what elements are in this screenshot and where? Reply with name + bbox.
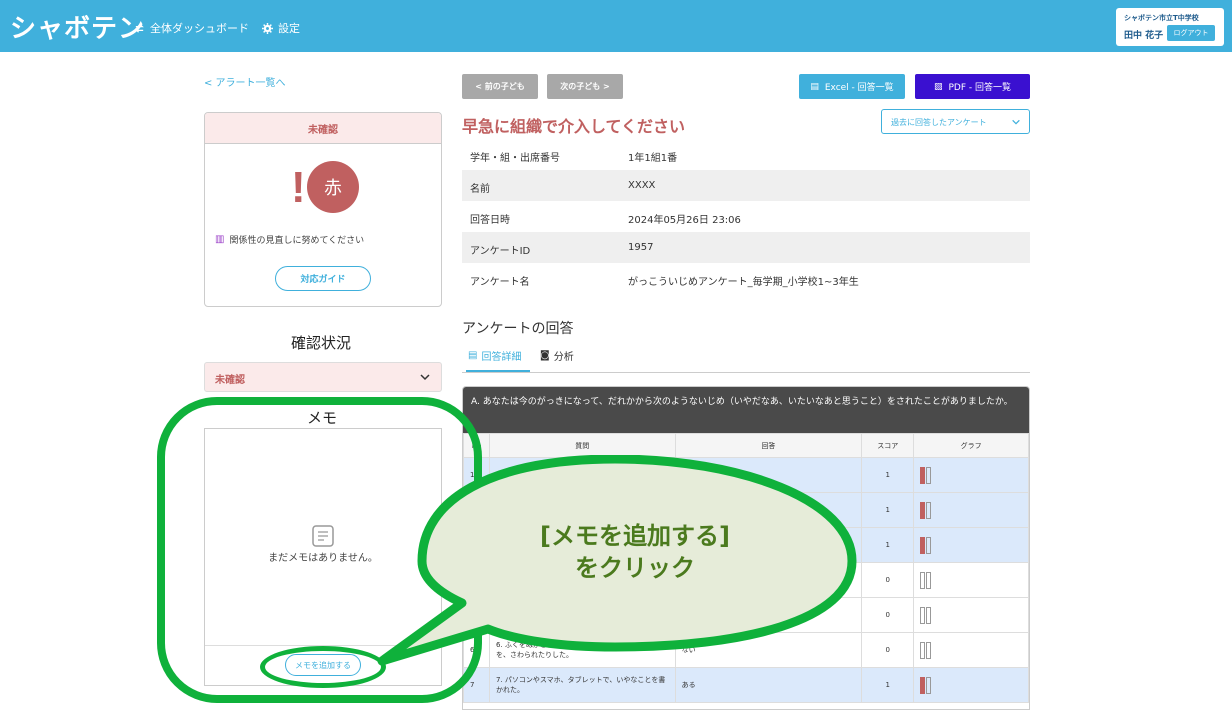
col-header-graph: グラフ — [913, 433, 1029, 458]
callout-line-2: をクリック — [575, 554, 695, 582]
excel-export-button[interactable]: ▤ Excel - 回答一覧 — [799, 74, 905, 99]
user-school: シャボテン市立T中学校 — [1124, 14, 1199, 22]
next-child-button[interactable]: 次の子ども > — [547, 74, 623, 99]
app-logo[interactable]: シャボテン — [10, 8, 145, 45]
excel-label: Excel - 回答一覧 — [824, 83, 894, 93]
user-box: シャボテン市立T中学校 田中 花子 ログアウト — [1116, 8, 1224, 46]
info-key: 学年・組・出席番号 — [470, 153, 560, 164]
score-bar-filled — [920, 536, 926, 554]
row-score: 0 — [861, 597, 915, 633]
row-score: 0 — [861, 632, 915, 668]
document-icon: ▤ — [468, 350, 478, 361]
info-value: XXXX — [628, 180, 656, 191]
status-select[interactable]: 未確認 — [204, 362, 442, 392]
guide-button[interactable]: 対応ガイド — [275, 266, 371, 291]
tabs-divider — [462, 372, 1030, 373]
chat-icon: ◙ — [540, 350, 550, 361]
nav-dashboard[interactable]: 全体ダッシュボード — [134, 20, 249, 36]
app-header: シャボテン 全体ダッシュボード 設定 シャボテン市立T中学校 田中 花子 ログア… — [0, 0, 1232, 52]
row-graph — [913, 527, 1029, 563]
info-key: 名前 — [470, 184, 490, 195]
score-bar-empty — [926, 466, 932, 484]
nav-settings-label: 設定 — [278, 22, 300, 35]
row-graph — [913, 667, 1029, 703]
status-card: 未確認 ! 赤 ▥ 関係性の見直しに努めてください 対応ガイド — [204, 112, 442, 307]
col-header-score: スコア — [861, 433, 915, 458]
tab-analysis[interactable]: ◙ 分析 — [540, 348, 574, 363]
status-card-header: 未確認 — [205, 113, 441, 144]
col-header-question: 質問 — [488, 433, 676, 458]
score-bar-empty — [926, 501, 932, 519]
status-select-value: 未確認 — [215, 375, 245, 386]
info-value: 1957 — [628, 242, 654, 253]
answers-title: アンケートの回答 — [462, 321, 574, 337]
score-bar-empty — [920, 571, 926, 589]
alert-level-badge: 赤 — [307, 161, 359, 213]
past-survey-label: 過去に回答したアンケート — [891, 118, 987, 127]
excel-icon: ▤ — [810, 81, 819, 92]
question-header: A. あなたは今のがっきになって、だれかから次のようないじめ（いやだなあ、いたい… — [463, 387, 1029, 433]
info-key: 回答日時 — [470, 215, 510, 226]
info-row-class: 学年・組・出席番号 1年1組1番 — [462, 139, 1030, 170]
row-graph — [913, 632, 1029, 668]
score-bar-filled — [920, 501, 926, 519]
logout-button[interactable]: ログアウト — [1167, 25, 1215, 41]
user-name: 田中 花子 — [1124, 31, 1164, 41]
info-value: 1年1組1番 — [628, 153, 678, 164]
swap-icon — [135, 23, 144, 33]
info-value: 2024年05月26日 23:06 — [628, 215, 741, 226]
table-header-row: No 質問 回答 スコア グラフ — [463, 433, 1029, 458]
info-key: アンケートID — [470, 246, 531, 257]
back-to-alerts-link[interactable]: < アラート一覧へ — [204, 74, 286, 89]
confirm-status-title: 確認状況 — [291, 334, 352, 352]
tab-answer-detail-label: 回答詳細 — [481, 352, 522, 363]
info-row-survey-name: アンケート名 がっこういじめアンケート_毎学期_小学校1~3年生 — [462, 263, 1030, 294]
callout-text: [メモを追加する] をクリック — [530, 520, 740, 584]
chevron-down-icon — [1012, 119, 1020, 125]
chevron-down-icon — [420, 374, 430, 381]
score-bar-empty — [926, 641, 932, 659]
pdf-label: PDF - 回答一覧 — [948, 83, 1012, 93]
book-icon: ▥ — [215, 234, 225, 245]
score-bar-empty — [926, 571, 932, 589]
score-bar-empty — [926, 536, 932, 554]
score-bar-empty — [920, 606, 926, 624]
exclamation-icon: ! — [291, 163, 306, 212]
gear-icon — [262, 22, 273, 34]
info-row-survey-id: アンケートID 1957 — [462, 232, 1030, 263]
score-bar-empty — [926, 606, 932, 624]
col-header-answer: 回答 — [674, 433, 863, 458]
row-score: 0 — [861, 562, 915, 598]
row-graph — [913, 597, 1029, 633]
prev-child-button[interactable]: < 前の子ども — [462, 74, 538, 99]
info-key: アンケート名 — [470, 277, 530, 288]
tab-answer-detail[interactable]: ▤ 回答詳細 — [468, 348, 521, 363]
past-survey-select[interactable]: 過去に回答したアンケート — [881, 109, 1030, 134]
row-score: 1 — [861, 457, 915, 493]
row-graph — [913, 562, 1029, 598]
nav-settings[interactable]: 設定 — [262, 20, 300, 36]
info-row-name: 名前 XXXX — [462, 170, 1030, 201]
info-value: がっこういじめアンケート_毎学期_小学校1~3年生 — [628, 277, 859, 288]
hint-text: 関係性の見直しに努めてください — [229, 236, 365, 246]
callout-line-1: [メモを追加する] — [540, 522, 730, 550]
tab-analysis-label: 分析 — [553, 352, 574, 363]
row-score: 1 — [861, 527, 915, 563]
score-bar-empty — [926, 676, 932, 694]
nav-dashboard-label: 全体ダッシュボード — [150, 22, 249, 35]
pdf-icon: ▧ — [933, 81, 943, 92]
page-title: 早急に組織で介入してください — [462, 117, 686, 136]
row-graph — [913, 457, 1029, 493]
info-row-datetime: 回答日時 2024年05月26日 23:06 — [462, 201, 1030, 232]
add-memo-highlight-ring — [260, 646, 386, 688]
row-graph — [913, 492, 1029, 528]
hint-row: ▥ 関係性の見直しに努めてください — [215, 233, 364, 246]
score-bar-empty — [920, 641, 926, 659]
row-score: 1 — [861, 492, 915, 528]
score-bar-filled — [920, 676, 926, 694]
pdf-export-button[interactable]: ▧ PDF - 回答一覧 — [915, 74, 1030, 99]
row-score: 1 — [861, 667, 915, 703]
score-bar-filled — [920, 466, 926, 484]
